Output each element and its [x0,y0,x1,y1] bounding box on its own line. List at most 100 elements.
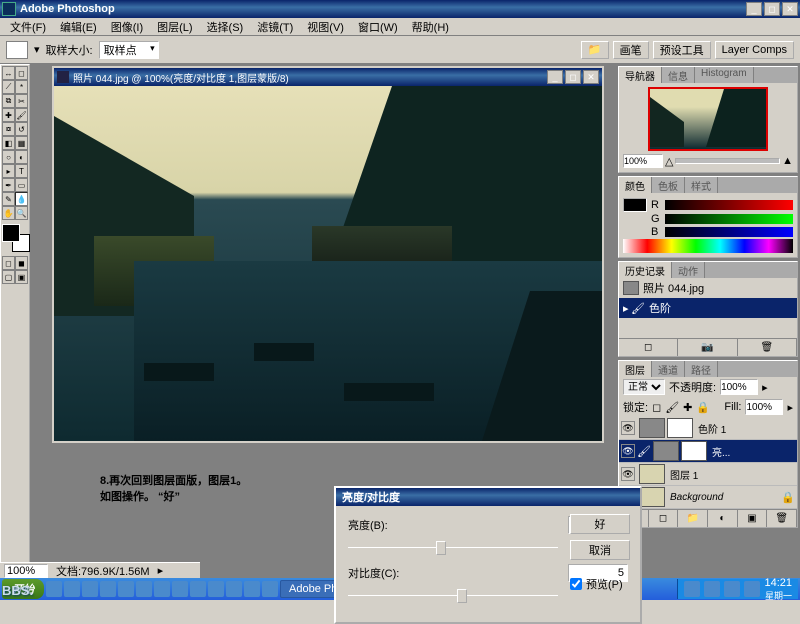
menu-select[interactable]: 选择(S) [201,17,250,37]
tool-path[interactable]: ▸ [2,164,15,178]
doc-maximize[interactable]: ◻ [565,70,581,84]
minimize-button[interactable]: _ [746,2,762,16]
tray-icon[interactable] [704,581,720,597]
ql-icon[interactable] [136,581,152,597]
hist-snapshot-icon[interactable]: 📷 [678,339,737,356]
tab-actions[interactable]: 动作 [672,262,705,278]
ql-icon[interactable] [118,581,134,597]
zoom-in-icon[interactable]: ▲ [782,155,793,167]
tab-paths[interactable]: 路径 [685,361,718,377]
contrast-slider[interactable] [348,586,558,606]
tool-type[interactable]: T [15,164,28,178]
visibility-icon[interactable]: 👁 [621,421,635,435]
canvas-image[interactable] [54,86,602,441]
menu-edit[interactable]: 编辑(E) [54,17,103,37]
ql-icon[interactable] [46,581,62,597]
menu-view[interactable]: 视图(V) [301,17,350,37]
tool-eraser[interactable]: ◧ [2,136,15,150]
layer-row-1[interactable]: 👁🖌 亮... [619,440,797,463]
visibility-icon[interactable]: 👁 [621,467,635,481]
adjlayer-icon[interactable]: ◐ [708,510,738,527]
layer-row-2[interactable]: 👁 图层 1 [619,463,797,486]
dialog-title[interactable]: 亮度/对比度 [336,488,640,506]
file-browser-icon[interactable]: 📁 [581,41,609,59]
menu-filter[interactable]: 滤镜(T) [251,17,299,37]
tool-marquee[interactable]: ◻ [15,66,28,80]
tab-channels[interactable]: 通道 [652,361,685,377]
nav-zoom-input[interactable] [623,154,663,168]
tool-wand[interactable]: * [15,80,28,94]
palette-brushes[interactable]: 画笔 [613,41,649,59]
tool-stamp[interactable]: ⧇ [2,122,15,136]
g-slider[interactable] [665,214,793,224]
mask-icon[interactable]: ◻ [649,510,679,527]
ql-icon[interactable] [208,581,224,597]
menu-layer[interactable]: 图层(L) [151,17,198,37]
color-sample[interactable] [623,198,647,212]
tray-icon[interactable] [724,581,740,597]
newset-icon[interactable]: 📁 [678,510,708,527]
b-slider[interactable] [665,227,793,237]
tab-histogram[interactable]: Histogram [695,67,754,83]
screenmode-1[interactable]: ▢ [2,270,15,284]
ql-icon[interactable] [190,581,206,597]
cancel-button[interactable]: 取消 [570,540,630,560]
tab-layers[interactable]: 图层 [619,361,652,377]
tool-brush[interactable]: 🖌 [15,108,28,122]
fill-input[interactable] [745,399,783,415]
tool-blur[interactable]: ○ [2,150,15,164]
doc-close[interactable]: ✕ [583,70,599,84]
ql-icon[interactable] [100,581,116,597]
tool-zoom[interactable]: 🔍 [15,206,28,220]
ql-icon[interactable] [154,581,170,597]
brightness-slider[interactable] [348,538,558,558]
tab-history[interactable]: 历史记录 [619,262,672,278]
preview-check-input[interactable] [570,578,582,590]
lock-all-icon[interactable]: 🔒 [696,401,710,414]
tab-styles[interactable]: 样式 [685,177,718,193]
tool-history-brush[interactable]: ↺ [15,122,28,136]
ql-icon[interactable] [262,581,278,597]
palette-layercomps[interactable]: Layer Comps [715,41,794,59]
tool-notes[interactable]: ✎ [2,192,15,206]
menu-help[interactable]: 帮助(H) [406,17,455,37]
palette-presets[interactable]: 预设工具 [653,41,711,59]
mask-thumb[interactable] [667,418,693,438]
opacity-input[interactable] [720,379,758,395]
tool-lasso[interactable]: ⟋ [2,80,15,94]
r-slider[interactable] [665,200,793,210]
sample-size-select[interactable]: 取样点 [99,41,159,59]
fg-color-swatch[interactable] [2,224,20,242]
hist-new-doc-icon[interactable]: ◻ [619,339,678,356]
tool-heal[interactable]: ✚ [2,108,15,122]
history-item-0[interactable]: 照片 044.jpg [619,278,797,298]
tab-color[interactable]: 颜色 [619,177,652,193]
tray-icon[interactable] [684,581,700,597]
ql-icon[interactable] [244,581,260,597]
navigator-thumbnail[interactable] [648,87,768,151]
visibility-icon[interactable]: 👁 [621,444,635,458]
spectrum-bar[interactable] [623,239,793,253]
lock-pos-icon[interactable]: ✚ [683,401,692,414]
tab-navigator[interactable]: 导航器 [619,67,662,83]
menu-window[interactable]: 窗口(W) [352,17,404,37]
newlayer-icon[interactable]: ▣ [738,510,768,527]
doc-minimize[interactable]: _ [547,70,563,84]
tool-dodge[interactable]: ◐ [15,150,28,164]
ql-icon[interactable] [82,581,98,597]
mask-thumb[interactable] [681,441,707,461]
tab-swatches[interactable]: 色板 [652,177,685,193]
tray-icon[interactable] [744,581,760,597]
delete-icon[interactable]: 🗑 [767,510,797,527]
preview-checkbox[interactable]: 预览(P) [570,576,630,592]
quickmask-off[interactable]: ◻ [2,256,15,270]
history-item-1[interactable]: ▸🖌色阶 [619,298,797,318]
ok-button[interactable]: 好 [570,514,630,534]
screenmode-2[interactable]: ▣ [15,270,28,284]
tab-info[interactable]: 信息 [662,67,695,83]
lock-trans-icon[interactable]: ◻ [652,401,661,414]
eyedropper-icon[interactable] [6,41,28,59]
ql-icon[interactable] [64,581,80,597]
hist-delete-icon[interactable]: 🗑 [738,339,797,356]
blend-mode-select[interactable]: 正常 [623,379,665,395]
